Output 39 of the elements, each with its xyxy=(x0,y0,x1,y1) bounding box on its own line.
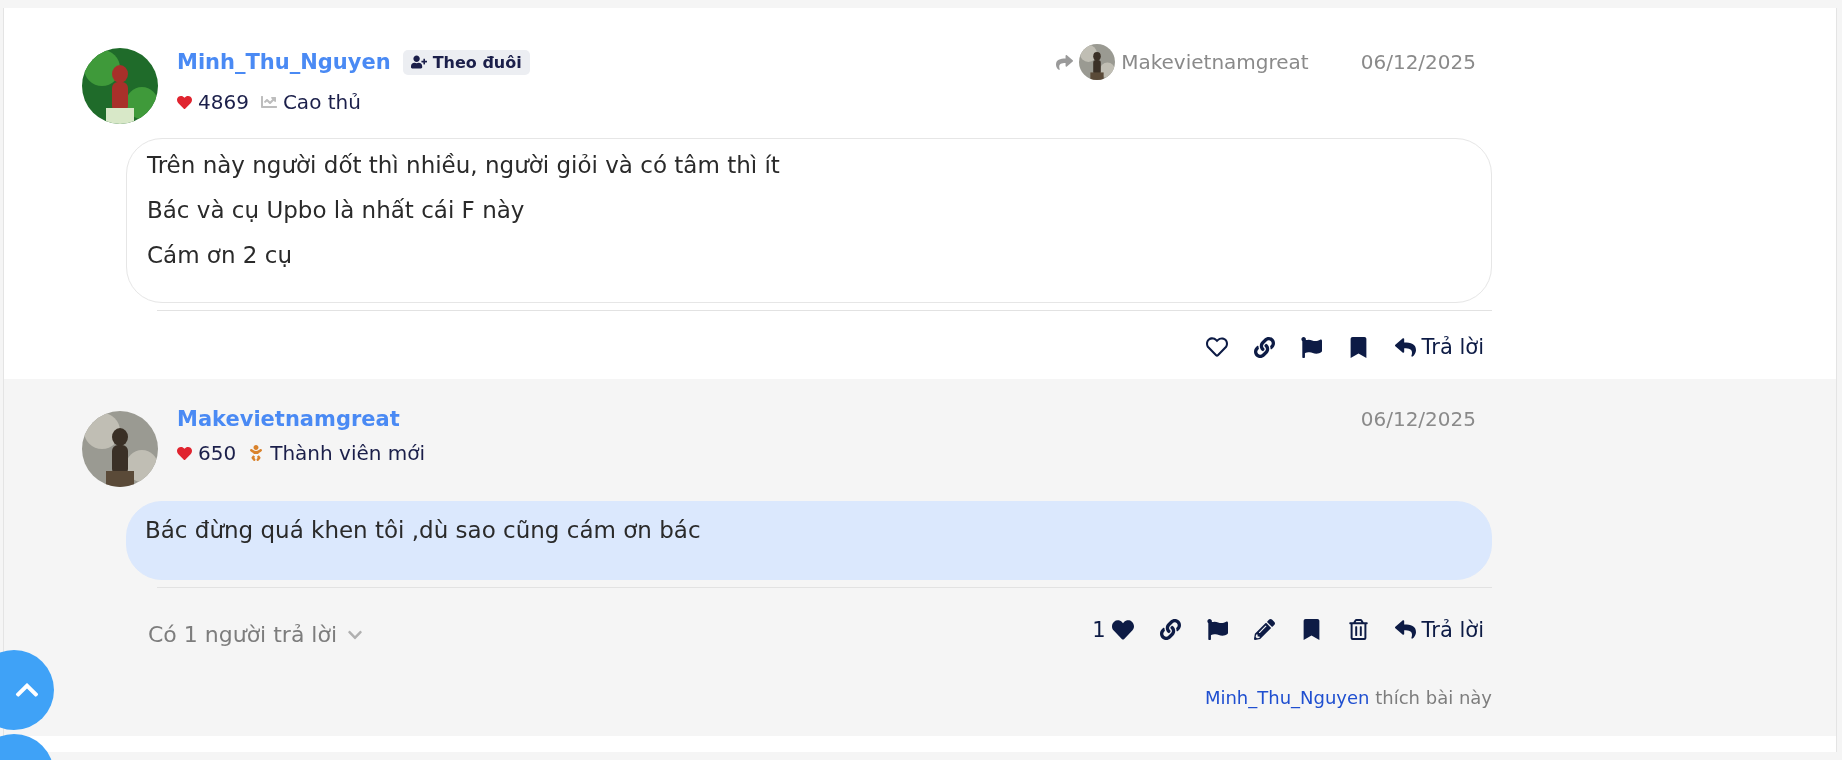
copy-link-button[interactable] xyxy=(1253,336,1275,358)
flag-icon xyxy=(1300,336,1322,358)
heart-icon xyxy=(177,94,192,110)
replies-toggle[interactable]: Có 1 người trả lời xyxy=(148,622,364,647)
chart-icon xyxy=(260,94,277,110)
rank-label: Cao thủ xyxy=(282,90,361,114)
reply-arrow-icon xyxy=(1394,619,1416,640)
like-button[interactable]: 1 xyxy=(1092,617,1134,642)
comment-text: Trên này người dốt thì nhiều, người giỏi và có tâm thì ít xyxy=(147,151,781,180)
comment-text: Cám ơn 2 cụ xyxy=(147,241,293,270)
likes-count: 4869 xyxy=(198,90,249,114)
pencil-icon xyxy=(1253,619,1275,640)
like-button[interactable] xyxy=(1205,336,1228,358)
link-icon xyxy=(1253,336,1275,358)
reply-arrow-icon xyxy=(1394,336,1416,358)
link-icon xyxy=(1159,619,1181,640)
comment-text: Bác và cụ Upbo là nhất cái F này xyxy=(147,196,526,225)
add-user-icon xyxy=(410,54,427,70)
likes-count: 650 xyxy=(198,441,237,465)
likers-note: Minh_Thu_Nguyen thích bài này xyxy=(1203,687,1492,711)
delete-button[interactable] xyxy=(1347,619,1369,640)
baby-icon xyxy=(248,445,265,461)
post-date: 06/12/2025 xyxy=(1360,50,1476,74)
reply-button[interactable]: Trả lời xyxy=(1394,617,1484,642)
reply-button[interactable]: Trả lời xyxy=(1394,335,1484,359)
post-date: 06/12/2025 xyxy=(1360,407,1476,431)
comment-text: Bác đừng quá khen tôi ,dù sao cũng cám ơn bác xyxy=(145,516,702,545)
report-button[interactable] xyxy=(1300,336,1322,358)
report-button[interactable] xyxy=(1206,619,1228,640)
share-arrow-icon xyxy=(1056,53,1074,71)
quoted-username: Makevietnamgreat xyxy=(1121,50,1309,74)
flag-icon xyxy=(1206,619,1228,640)
heart-icon xyxy=(177,445,192,461)
username-link[interactable]: Minh_Thu_Nguyen xyxy=(1204,687,1370,708)
trash-icon xyxy=(1347,619,1369,640)
edit-button[interactable] xyxy=(1253,619,1275,640)
copy-link-button[interactable] xyxy=(1159,619,1181,640)
follow-button[interactable]: Theo đuôi xyxy=(402,49,530,75)
rank-label: Thành viên mới xyxy=(270,441,426,465)
